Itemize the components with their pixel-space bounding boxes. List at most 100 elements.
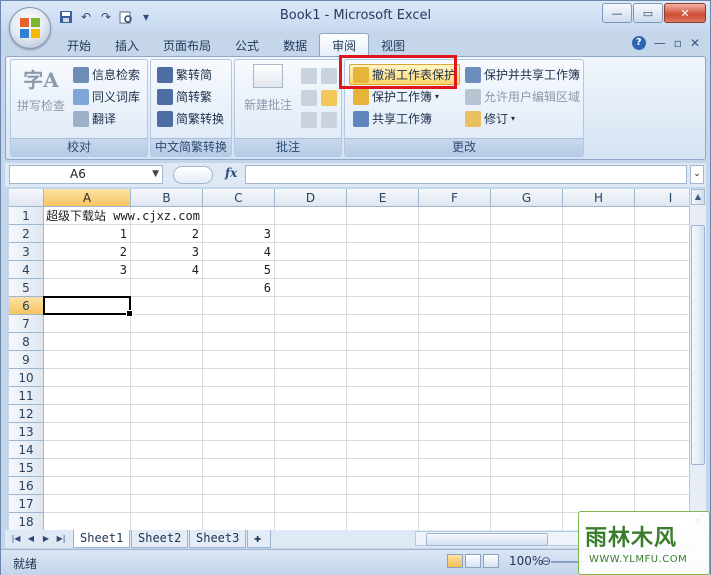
row-header[interactable]: 13 — [9, 423, 44, 441]
share-workbook-button[interactable]: 共享工作簿 — [353, 110, 432, 127]
translate-button[interactable]: 翻译 — [73, 110, 116, 127]
scroll-up-icon[interactable]: ▲ — [691, 189, 705, 205]
row-header[interactable]: 17 — [9, 495, 44, 513]
page-layout-view-icon[interactable] — [465, 554, 481, 568]
insert-sheet-icon[interactable]: ✚ — [247, 530, 271, 548]
vertical-scrollbar[interactable]: ▲ ▼ — [689, 189, 706, 530]
row-header[interactable]: 1 — [9, 207, 44, 225]
allow-edit-ranges-button[interactable]: 允许用户编辑区域 — [465, 88, 580, 105]
formula-input[interactable] — [245, 165, 687, 184]
show-all-comments-icon[interactable] — [321, 90, 337, 106]
prev-sheet-icon[interactable]: ◀ — [24, 531, 38, 546]
tab-review[interactable]: 审阅 — [319, 33, 370, 56]
column-header[interactable]: B — [131, 189, 203, 207]
spell-check-button[interactable]: 字A 拼写检查 — [13, 64, 69, 114]
column-header[interactable]: I — [635, 189, 689, 207]
page-break-view-icon[interactable] — [483, 554, 499, 568]
worksheet-grid[interactable]: A B C D E F G H I 1 2 3 4 5 6 7 8 9 10 11 12 13 14 15 16 17 18 超级下载… — [9, 189, 689, 530]
column-header[interactable]: G — [491, 189, 563, 207]
next-sheet-icon[interactable]: ▶ — [39, 531, 53, 546]
row-header[interactable]: 12 — [9, 405, 44, 423]
column-header[interactable]: C — [203, 189, 275, 207]
trad-to-simp-button[interactable]: 繁转简 — [157, 66, 212, 83]
sheet-tab-sheet2[interactable]: Sheet2 — [131, 530, 189, 548]
ribbon-restore-icon[interactable]: ▫ — [674, 36, 682, 50]
column-header[interactable]: D — [275, 189, 347, 207]
zoom-out-icon[interactable]: ⊖ — [541, 554, 551, 568]
show-comment-icon[interactable] — [321, 68, 337, 84]
close-button[interactable]: ✕ — [664, 3, 706, 23]
cell-c5[interactable]: 6 — [205, 279, 271, 297]
cell-c4[interactable]: 5 — [205, 261, 271, 279]
cell-b4[interactable]: 4 — [133, 261, 199, 279]
office-button[interactable] — [9, 7, 51, 49]
ribbon-minimize-icon[interactable]: — — [654, 36, 666, 50]
name-box-dropdown-icon[interactable]: ▼ — [152, 166, 159, 183]
insert-function-icon[interactable]: fx — [225, 166, 237, 180]
name-box[interactable]: A6 ▼ — [9, 165, 163, 184]
tab-home[interactable]: 开始 — [55, 34, 103, 56]
first-sheet-icon[interactable]: |◀ — [9, 531, 23, 546]
protect-workbook-button[interactable]: 保护工作簿 ▾ — [353, 88, 439, 105]
sheet-tab-sheet3[interactable]: Sheet3 — [189, 530, 247, 548]
row-header[interactable]: 9 — [9, 351, 44, 369]
row-header[interactable]: 15 — [9, 459, 44, 477]
new-comment-button[interactable]: 新建批注 — [237, 64, 299, 113]
track-changes-button[interactable]: 修订 ▾ — [465, 110, 515, 127]
row-header[interactable]: 18 — [9, 513, 44, 530]
expand-formula-bar-icon[interactable]: ⌄ — [690, 165, 704, 184]
cell-c2[interactable]: 3 — [205, 225, 271, 243]
research-button[interactable]: 信息检索 — [73, 66, 140, 83]
active-cell-cursor[interactable] — [43, 296, 133, 317]
protect-share-button[interactable]: 保护并共享工作簿 — [465, 66, 580, 83]
row-header[interactable]: 8 — [9, 333, 44, 351]
sheet-nav-buttons: |◀ ◀ ▶ ▶| — [9, 531, 68, 546]
next-comment-icon[interactable] — [301, 112, 317, 128]
cell-b2[interactable]: 2 — [133, 225, 199, 243]
cell-c3[interactable]: 4 — [205, 243, 271, 261]
column-header[interactable]: F — [419, 189, 491, 207]
last-sheet-icon[interactable]: ▶| — [54, 531, 68, 546]
sheet-tab-sheet1[interactable]: Sheet1 — [73, 530, 131, 548]
cell-a4[interactable]: 3 — [46, 261, 127, 279]
fill-handle[interactable] — [126, 310, 133, 317]
row-header[interactable]: 10 — [9, 369, 44, 387]
help-icon[interactable]: ? — [631, 36, 646, 50]
tab-view[interactable]: 视图 — [369, 34, 417, 56]
convert-button[interactable]: 简繁转换 — [157, 110, 224, 127]
row-header[interactable]: 14 — [9, 441, 44, 459]
normal-view-icon[interactable] — [447, 554, 463, 568]
column-header[interactable]: A — [44, 189, 131, 207]
cell-a1[interactable]: 超级下载站 www.cjxz.com — [46, 207, 200, 225]
ribbon-close-icon[interactable]: ✕ — [690, 36, 700, 50]
show-ink-icon[interactable] — [321, 112, 337, 128]
row-header[interactable]: 4 — [9, 261, 44, 279]
maximize-button[interactable]: ▭ — [633, 3, 663, 23]
row-header[interactable]: 2 — [9, 225, 44, 243]
tab-insert[interactable]: 插入 — [103, 34, 151, 56]
select-all-corner[interactable] — [9, 189, 44, 207]
cell-a2[interactable]: 1 — [46, 225, 127, 243]
horizontal-scroll-thumb[interactable] — [426, 533, 548, 546]
ribbon-tabs: 开始 插入 页面布局 公式 数据 审阅 视图 — [55, 33, 417, 56]
row-header[interactable]: 16 — [9, 477, 44, 495]
tab-formulas[interactable]: 公式 — [223, 34, 271, 56]
row-header[interactable]: 7 — [9, 315, 44, 333]
row-header[interactable]: 6 — [9, 297, 44, 315]
cell-a3[interactable]: 2 — [46, 243, 127, 261]
prev-comment-icon[interactable] — [301, 90, 317, 106]
delete-comment-icon[interactable] — [301, 68, 317, 84]
tab-page-layout[interactable]: 页面布局 — [151, 34, 223, 56]
row-header[interactable]: 3 — [9, 243, 44, 261]
column-header[interactable]: E — [347, 189, 419, 207]
zoom-level[interactable]: 100% — [509, 554, 543, 568]
thesaurus-button[interactable]: 同义词库 — [73, 88, 140, 105]
minimize-button[interactable]: — — [602, 3, 632, 23]
tab-data[interactable]: 数据 — [271, 34, 319, 56]
cell-b3[interactable]: 3 — [133, 243, 199, 261]
simp-to-trad-button[interactable]: 简转繁 — [157, 88, 212, 105]
vertical-scroll-thumb[interactable] — [691, 225, 705, 465]
column-header[interactable]: H — [563, 189, 635, 207]
row-header[interactable]: 11 — [9, 387, 44, 405]
row-header[interactable]: 5 — [9, 279, 44, 297]
